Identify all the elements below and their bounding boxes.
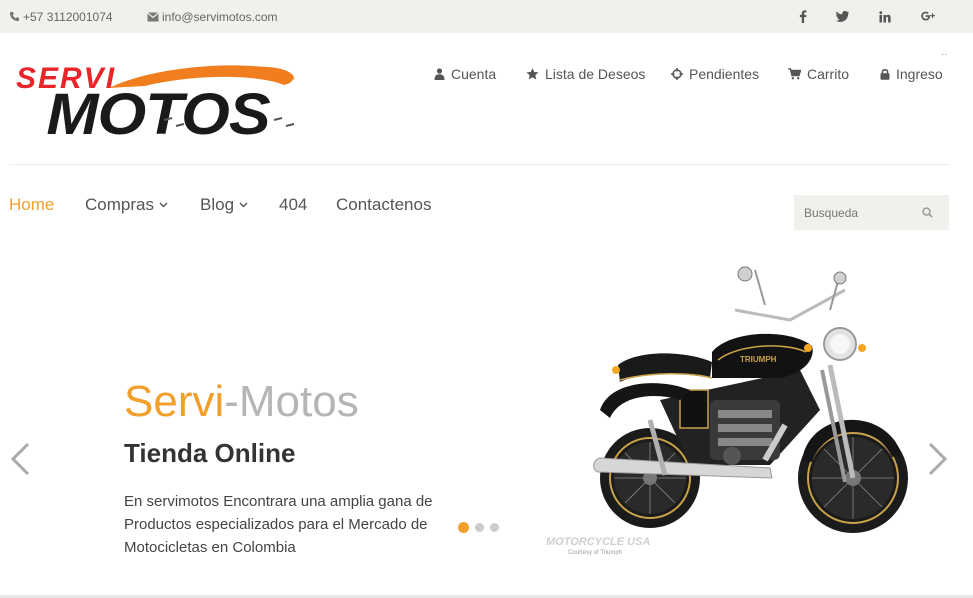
pending-link[interactable]: Pendientes [671,62,759,86]
nav-home[interactable]: Home [9,193,54,217]
top-contact-bar: +57 3112001074 info@servimotos.com [0,0,973,33]
phone-contact: +57 3112001074 [9,0,113,33]
slider-dot-3[interactable] [490,523,499,532]
motorcycle-image: TRIUMPH MOTORCYCLE USA Courtesy of Trium… [540,260,920,560]
facebook-icon[interactable] [791,0,815,33]
cart-link[interactable]: Carrito [788,62,849,86]
search-input[interactable] [794,195,912,230]
nav-404[interactable]: 404 [279,193,307,217]
chevron-down-icon [159,202,168,208]
search-button[interactable] [912,195,942,230]
email-contact[interactable]: info@servimotos.com [147,0,278,33]
wishlist-link[interactable]: Lista de Deseos [526,62,645,86]
slide-title: Servi-Motos [124,374,359,430]
phone-number: +57 3112001074 [23,9,113,24]
chevron-right-icon [928,442,948,476]
nav-404-label: 404 [279,195,308,214]
search-icon [921,207,933,218]
tank-badge: TRIUMPH [740,355,777,364]
header-divider [9,164,949,165]
email-address[interactable]: info@servimotos.com [162,10,278,24]
cart-label: Carrito [807,66,850,82]
phone-icon [9,11,20,22]
site-logo[interactable]: SERVI MOTOS [14,60,396,146]
slide-subtitle: Tienda Online [124,438,296,468]
user-icon [434,68,445,80]
cart-icon [788,68,801,80]
google-plus-icon[interactable] [916,0,940,33]
slide-title-part1: Servi [124,377,225,426]
more-dots: ·· [941,49,948,60]
star-icon [526,68,539,80]
slide-description: En servimotos Encontrara una amplia gana… [124,493,433,556]
chevron-down-icon [239,202,248,208]
slide-title-part2: -Motos [224,377,359,426]
slider-dot-2[interactable] [475,523,484,532]
wishlist-label: Lista de Deseos [545,66,646,82]
nav-home-label: Home [9,195,55,214]
pending-label: Pendientes [689,66,760,82]
nav-contactenos[interactable]: Contactenos [336,193,431,217]
slider-dot-1[interactable] [458,522,469,533]
slider-next-button[interactable] [926,440,950,478]
linkedin-icon[interactable] [873,0,897,33]
svg-text:MOTOS: MOTOS [46,81,270,140]
crosshair-icon [671,68,683,80]
login-link[interactable]: Ingreso [880,62,943,86]
search-box [794,195,949,230]
login-label: Ingreso [896,66,943,82]
account-label: Cuenta [451,66,497,82]
nav-compras-label: Compras [85,195,154,214]
account-link[interactable]: Cuenta [434,62,496,86]
slider-pagination [458,522,505,533]
nav-blog-label: Blog [200,195,235,214]
twitter-icon[interactable] [830,0,854,33]
image-credit: Courtesy of Triumph [568,550,622,556]
nav-compras[interactable]: Compras [85,193,168,217]
lock-icon [880,68,890,80]
nav-contactenos-label: Contactenos [336,195,432,214]
envelope-icon [147,11,159,21]
chevron-left-icon [10,442,30,476]
slider-prev-button[interactable] [8,440,32,478]
image-watermark: MOTORCYCLE USA [546,536,650,548]
nav-blog[interactable]: Blog [200,193,248,217]
